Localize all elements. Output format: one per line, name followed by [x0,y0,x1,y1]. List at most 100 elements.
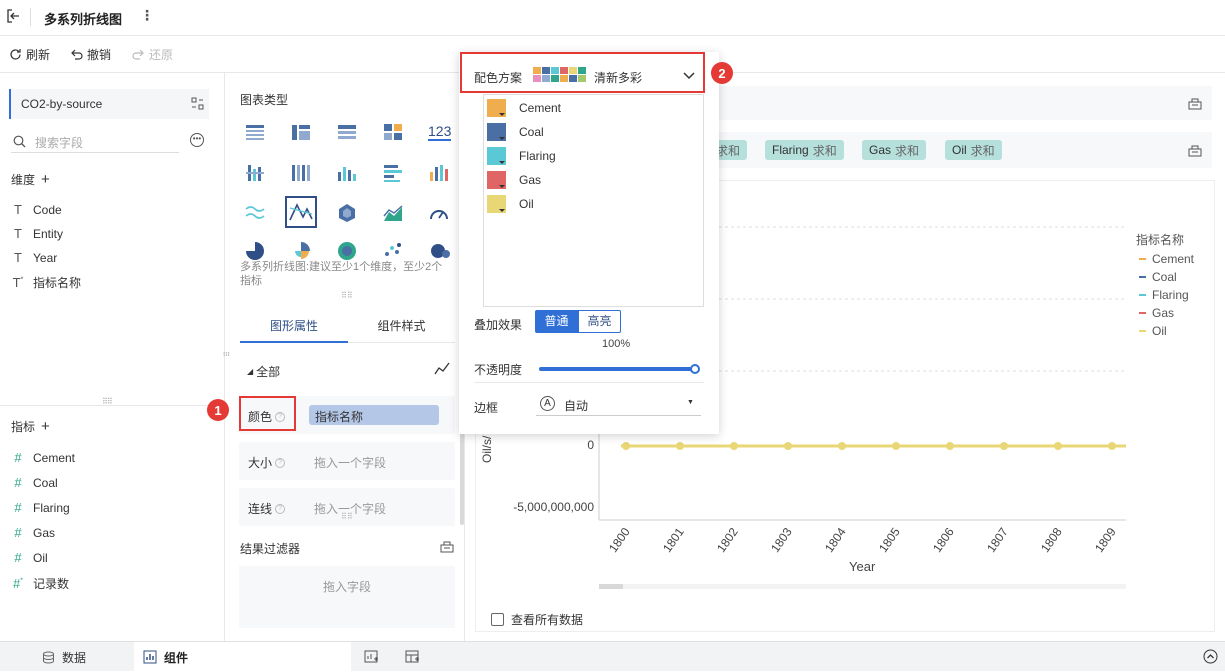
undo-button[interactable]: 撤销 [70,46,111,63]
color-field-pill[interactable]: 指标名称 [309,405,439,425]
overlay-highlight-button[interactable]: 高亮 [578,310,621,333]
tab-component[interactable]: 组件 [134,642,351,672]
color-swatch[interactable] [487,171,506,189]
multi-line-icon[interactable] [244,202,266,224]
line-type-icon[interactable] [434,361,450,377]
stacked-bar-icon[interactable] [290,162,312,184]
dimension-item[interactable]: T Entity [11,226,63,241]
opacity-slider-handle[interactable] [690,364,700,374]
area-chart-icon[interactable] [382,202,404,224]
gauge-chart-icon[interactable] [428,202,450,224]
all-series-toggle[interactable]: ◢ 全部 [247,363,280,380]
add-dashboard-icon[interactable] [405,650,420,664]
border-value: 自动 [564,399,589,413]
filter-drop-zone[interactable]: 拖入字段 [239,566,455,628]
switch-dataset-icon[interactable] [191,97,204,110]
opacity-slider[interactable] [539,367,697,371]
table-chart-icon[interactable] [244,121,266,143]
measure-item[interactable]: # Gas [11,525,55,540]
view-all-data-toggle[interactable]: 查看所有数据 [491,611,583,628]
dimension-item[interactable]: T* 指标名称 [11,274,81,291]
data-point[interactable] [1000,442,1008,450]
dimension-item[interactable]: T Code [11,202,62,217]
data-point[interactable] [676,442,684,450]
data-point[interactable] [1054,442,1062,450]
legend-item[interactable]: Flaring [1139,288,1189,302]
panel-splitter[interactable] [0,405,225,406]
data-point[interactable] [622,442,630,450]
border-select[interactable]: A 自动 ▼ [536,394,701,416]
number-chart-icon[interactable]: 123 [428,123,452,141]
dimension-item[interactable]: T Year [11,250,57,265]
measure-item[interactable]: # Flaring [11,500,69,515]
measure-item[interactable]: # Coal [11,475,57,490]
rose-chart-icon[interactable] [290,240,312,262]
stacked-column-icon[interactable] [428,162,450,184]
column-chart-icon[interactable] [336,162,358,184]
crosstab-chart-icon[interactable] [290,121,312,143]
data-point[interactable] [892,442,900,450]
column-shelf-settings-icon[interactable] [1188,143,1202,157]
redo-button[interactable]: 还原 [132,46,173,63]
data-point[interactable] [784,442,792,450]
filter-settings-icon[interactable] [440,539,454,553]
tab-data[interactable]: 数据 [42,649,86,666]
legend-label: Gas [1152,306,1175,320]
add-dimension-icon[interactable]: + [41,171,50,188]
exit-icon[interactable] [6,9,20,23]
measure-chip[interactable]: Oil 求和 [945,140,1002,160]
panel-resize-icon[interactable]: ⠿ [221,351,230,357]
more-icon[interactable]: ⋮ [140,7,154,24]
legend-item[interactable]: Cement [1139,252,1194,266]
size-drop-zone[interactable]: 大小? 拖入一个字段 [239,442,455,480]
row-shelf[interactable] [705,86,1212,120]
detail-table-icon[interactable] [336,121,358,143]
collapse-panel-icon[interactable] [1203,649,1218,664]
dataset-selector[interactable]: CO2-by-source [9,89,209,119]
data-point[interactable] [730,442,738,450]
data-point[interactable] [946,442,954,450]
color-swatch[interactable] [487,99,506,117]
legend-label: Coal [1152,270,1177,284]
measure-item[interactable]: # Oil [11,550,47,565]
pie-chart-icon[interactable] [244,240,266,262]
horizontal-scrollbar[interactable] [599,584,1126,589]
scrollbar-thumb[interactable] [599,584,623,589]
horizontal-bar-icon[interactable] [382,162,404,184]
dropdown-triangle-icon[interactable]: ▼ [687,399,694,406]
sunburst-icon[interactable] [336,240,358,262]
refresh-button[interactable]: 刷新 [9,46,50,63]
color-swatch[interactable] [487,147,506,165]
splitter-grip-icon[interactable]: ⠿⠿ [341,512,353,521]
bubble-chart-icon[interactable] [428,240,450,262]
legend-item[interactable]: Gas [1139,306,1174,320]
row-shelf-settings-icon[interactable] [1188,96,1202,110]
measure-chip[interactable]: Gas 求和 [862,140,927,160]
add-measure-icon[interactable]: + [41,418,50,435]
data-point[interactable] [1108,442,1116,450]
legend-item[interactable]: Oil [1139,324,1167,338]
add-component-icon[interactable] [364,650,379,664]
overlay-normal-button[interactable]: 普通 [535,310,578,333]
line-chart-selected-icon[interactable] [285,196,317,228]
color-swatch[interactable] [487,195,506,213]
radar-chart-icon[interactable] [336,202,358,224]
splitter-grip-icon[interactable]: ⠿⠿ [102,397,113,406]
data-point[interactable] [838,442,846,450]
legend-item[interactable]: Coal [1139,270,1177,284]
grouped-bar-icon[interactable] [244,162,266,184]
tab-component-style[interactable]: 组件样式 [348,305,455,343]
color-swatch[interactable] [487,123,506,141]
measure-item[interactable]: # Cement [11,450,75,465]
scatter-chart-icon[interactable] [382,240,404,262]
measure-item[interactable]: #* 记录数 [11,575,69,592]
y-tick-label: -5,000,000,000 [513,500,594,514]
measure-chip[interactable]: Flaring 求和 [765,140,844,160]
text-calc-type-icon: T* [12,275,24,290]
search-field[interactable]: 搜索字段 [11,131,179,153]
hint-grip-icon[interactable]: ⠿⠿ [341,291,353,300]
kpi-card-icon[interactable] [382,121,404,143]
ellipsis-icon[interactable]: ••• [190,133,204,147]
tab-graphic-properties[interactable]: 图形属性 [240,305,348,343]
checkbox[interactable] [491,613,504,626]
